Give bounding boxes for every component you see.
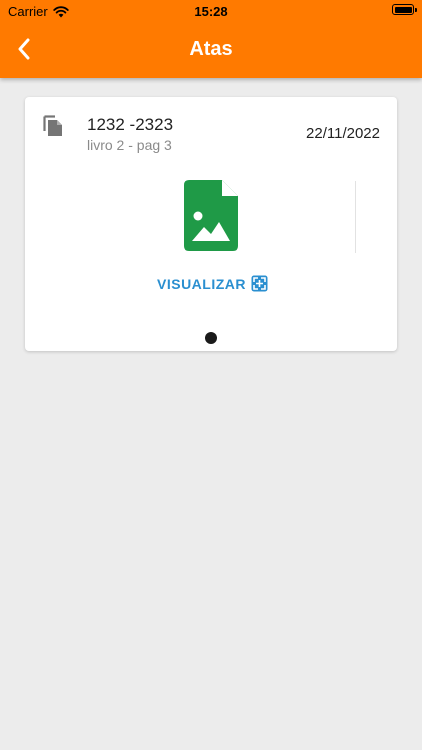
view-button[interactable]: VISUALIZAR — [157, 275, 268, 292]
record-date: 22/11/2022 — [306, 125, 380, 142]
battery-icon — [392, 4, 417, 15]
record-book-page: livro 2 - pag 3 — [87, 137, 172, 153]
record-card: 1232 -2323 livro 2 - pag 3 22/11/2022 VI… — [25, 97, 397, 351]
app-header: Carrier 15:28 Atas — [0, 0, 422, 78]
page-title: Atas — [189, 38, 233, 60]
copy-document-icon — [43, 115, 62, 136]
pager-dot-active[interactable] — [205, 332, 217, 344]
status-bar: Carrier 15:28 — [0, 0, 422, 22]
status-time: 15:28 — [194, 4, 228, 19]
carousel-divider — [355, 181, 356, 253]
expand-icon — [251, 275, 268, 292]
battery-level — [394, 6, 412, 13]
record-number: 1232 -2323 — [87, 115, 174, 134]
image-file-icon[interactable] — [184, 180, 238, 251]
view-button-label: VISUALIZAR — [157, 275, 246, 292]
